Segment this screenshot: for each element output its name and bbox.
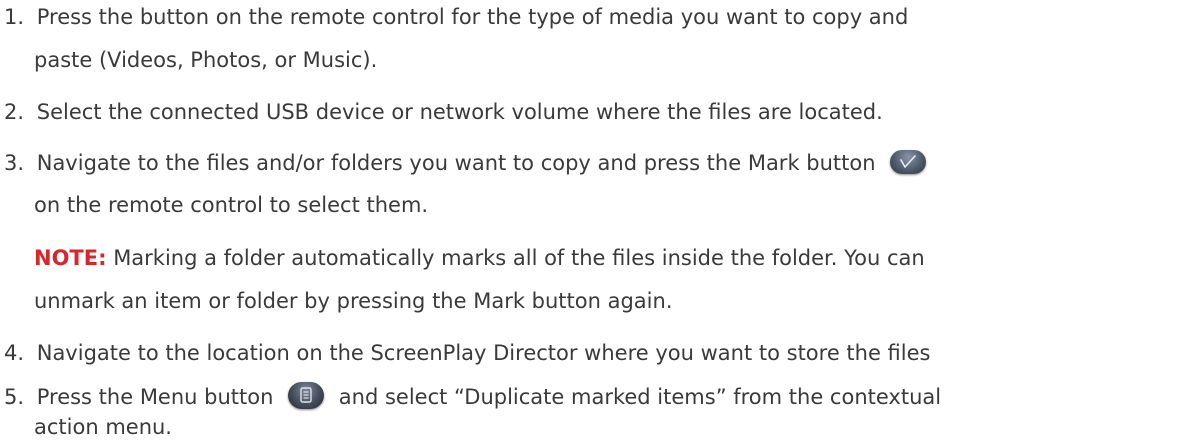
menu-button-icon <box>288 381 325 409</box>
note-label: NOTE: <box>34 246 107 270</box>
step-1: 1. Press the button on the remote contro… <box>4 4 908 30</box>
step-text: Navigate to the location on the ScreenPl… <box>36 341 931 365</box>
note: NOTE: Marking a folder automatically mar… <box>34 245 925 271</box>
step-text: Navigate to the files and/or folders you… <box>36 151 876 175</box>
step-number: 5. <box>4 385 25 409</box>
note-text: Marking a folder automatically marks all… <box>113 246 925 270</box>
step-2: 2. Select the connected USB device or ne… <box>4 99 883 125</box>
step-text: Press the Menu button <box>36 385 274 409</box>
step-3: 3. Navigate to the files and/or folders … <box>4 150 927 176</box>
note-text: unmark an item or folder by pressing the… <box>34 289 673 313</box>
step-number: 3. <box>4 151 25 175</box>
step-text: paste (Videos, Photos, or Music). <box>34 48 378 72</box>
step-number: 2. <box>4 100 25 124</box>
step-5: 5. Press the Menu button and select “Dup… <box>4 381 942 410</box>
step-text: Press the button on the remote control f… <box>36 5 909 29</box>
step-text: on the remote control to select them. <box>34 193 429 217</box>
step-text: and select “Duplicate marked items” from… <box>338 385 942 409</box>
step-text: Select the connected USB device or netwo… <box>36 100 883 124</box>
step-number: 1. <box>4 5 25 29</box>
step-4: 4. Navigate to the location on the Scree… <box>4 340 930 366</box>
step-text: action menu. <box>34 415 172 439</box>
step-3-continued: on the remote control to select them. <box>34 192 428 218</box>
step-number: 4. <box>4 341 25 365</box>
mark-button-icon <box>890 150 927 174</box>
note-continued: unmark an item or folder by pressing the… <box>34 288 673 314</box>
step-5-continued: action menu. <box>34 414 172 440</box>
step-1-continued: paste (Videos, Photos, or Music). <box>34 47 377 73</box>
